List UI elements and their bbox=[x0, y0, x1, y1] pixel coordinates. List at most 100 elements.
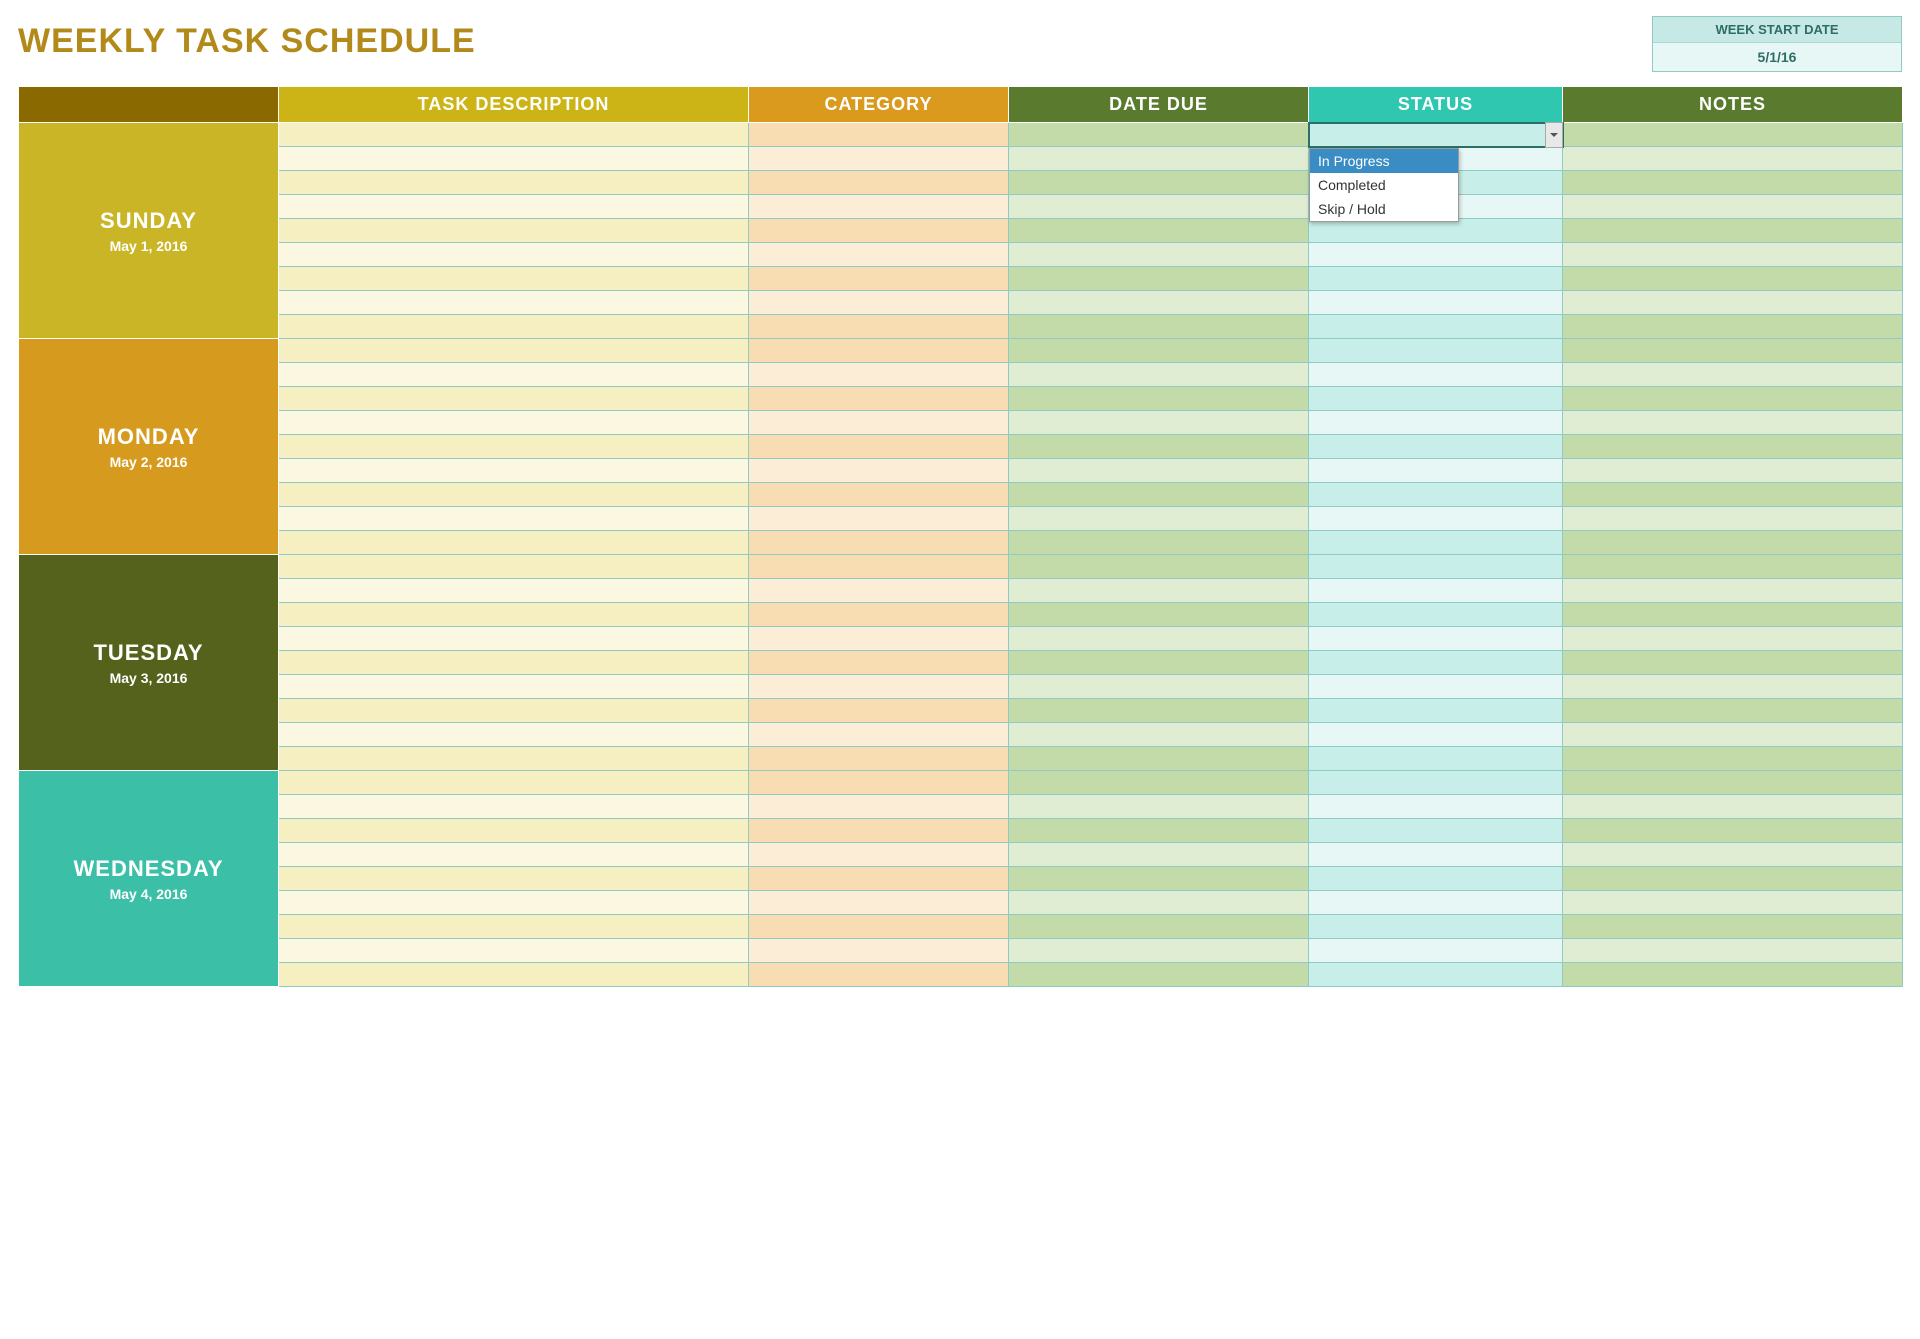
due-cell[interactable] bbox=[1009, 579, 1309, 603]
notes-cell[interactable] bbox=[1563, 123, 1903, 147]
category-cell[interactable] bbox=[749, 147, 1009, 171]
category-cell[interactable] bbox=[749, 627, 1009, 651]
task-cell[interactable] bbox=[279, 147, 749, 171]
due-cell[interactable] bbox=[1009, 147, 1309, 171]
task-cell[interactable] bbox=[279, 627, 749, 651]
status-cell[interactable] bbox=[1309, 507, 1563, 531]
task-cell[interactable] bbox=[279, 219, 749, 243]
notes-cell[interactable] bbox=[1563, 363, 1903, 387]
status-cell[interactable] bbox=[1309, 963, 1563, 987]
task-cell[interactable] bbox=[279, 459, 749, 483]
notes-cell[interactable] bbox=[1563, 387, 1903, 411]
category-cell[interactable] bbox=[749, 363, 1009, 387]
task-cell[interactable] bbox=[279, 267, 749, 291]
task-cell[interactable] bbox=[279, 963, 749, 987]
category-cell[interactable] bbox=[749, 747, 1009, 771]
task-cell[interactable] bbox=[279, 243, 749, 267]
category-cell[interactable] bbox=[749, 867, 1009, 891]
status-cell[interactable] bbox=[1309, 675, 1563, 699]
task-cell[interactable] bbox=[279, 339, 749, 363]
notes-cell[interactable] bbox=[1563, 843, 1903, 867]
due-cell[interactable] bbox=[1009, 363, 1309, 387]
notes-cell[interactable] bbox=[1563, 771, 1903, 795]
category-cell[interactable] bbox=[749, 507, 1009, 531]
category-cell[interactable] bbox=[749, 771, 1009, 795]
status-cell[interactable] bbox=[1309, 459, 1563, 483]
notes-cell[interactable] bbox=[1563, 435, 1903, 459]
due-cell[interactable] bbox=[1009, 507, 1309, 531]
status-cell[interactable] bbox=[1309, 531, 1563, 555]
task-cell[interactable] bbox=[279, 291, 749, 315]
category-cell[interactable] bbox=[749, 291, 1009, 315]
notes-cell[interactable] bbox=[1563, 339, 1903, 363]
task-cell[interactable] bbox=[279, 867, 749, 891]
task-cell[interactable] bbox=[279, 915, 749, 939]
notes-cell[interactable] bbox=[1563, 747, 1903, 771]
notes-cell[interactable] bbox=[1563, 243, 1903, 267]
status-cell[interactable] bbox=[1309, 315, 1563, 339]
status-cell[interactable] bbox=[1309, 387, 1563, 411]
due-cell[interactable] bbox=[1009, 195, 1309, 219]
category-cell[interactable] bbox=[749, 459, 1009, 483]
week-start-value[interactable]: 5/1/16 bbox=[1653, 43, 1901, 71]
notes-cell[interactable] bbox=[1563, 675, 1903, 699]
notes-cell[interactable] bbox=[1563, 411, 1903, 435]
category-cell[interactable] bbox=[749, 939, 1009, 963]
due-cell[interactable] bbox=[1009, 315, 1309, 339]
status-cell[interactable] bbox=[1309, 267, 1563, 291]
task-cell[interactable] bbox=[279, 195, 749, 219]
task-cell[interactable] bbox=[279, 507, 749, 531]
status-cell[interactable] bbox=[1309, 843, 1563, 867]
task-cell[interactable] bbox=[279, 435, 749, 459]
category-cell[interactable] bbox=[749, 651, 1009, 675]
task-cell[interactable] bbox=[279, 843, 749, 867]
task-cell[interactable] bbox=[279, 555, 749, 579]
status-cell[interactable] bbox=[1309, 291, 1563, 315]
category-cell[interactable] bbox=[749, 315, 1009, 339]
category-cell[interactable] bbox=[749, 963, 1009, 987]
status-cell[interactable] bbox=[1309, 627, 1563, 651]
notes-cell[interactable] bbox=[1563, 291, 1903, 315]
notes-cell[interactable] bbox=[1563, 819, 1903, 843]
category-cell[interactable] bbox=[749, 171, 1009, 195]
status-cell[interactable] bbox=[1309, 747, 1563, 771]
category-cell[interactable] bbox=[749, 267, 1009, 291]
due-cell[interactable] bbox=[1009, 867, 1309, 891]
task-cell[interactable] bbox=[279, 483, 749, 507]
notes-cell[interactable] bbox=[1563, 795, 1903, 819]
notes-cell[interactable] bbox=[1563, 939, 1903, 963]
status-cell[interactable] bbox=[1309, 891, 1563, 915]
task-cell[interactable] bbox=[279, 771, 749, 795]
category-cell[interactable] bbox=[749, 915, 1009, 939]
category-cell[interactable] bbox=[749, 555, 1009, 579]
notes-cell[interactable] bbox=[1563, 963, 1903, 987]
task-cell[interactable] bbox=[279, 603, 749, 627]
due-cell[interactable] bbox=[1009, 459, 1309, 483]
task-cell[interactable] bbox=[279, 315, 749, 339]
status-cell[interactable] bbox=[1309, 915, 1563, 939]
due-cell[interactable] bbox=[1009, 651, 1309, 675]
due-cell[interactable] bbox=[1009, 747, 1309, 771]
category-cell[interactable] bbox=[749, 483, 1009, 507]
category-cell[interactable] bbox=[749, 843, 1009, 867]
task-cell[interactable] bbox=[279, 699, 749, 723]
task-cell[interactable] bbox=[279, 411, 749, 435]
notes-cell[interactable] bbox=[1563, 171, 1903, 195]
notes-cell[interactable] bbox=[1563, 219, 1903, 243]
due-cell[interactable] bbox=[1009, 411, 1309, 435]
status-cell[interactable] bbox=[1309, 243, 1563, 267]
due-cell[interactable] bbox=[1009, 699, 1309, 723]
status-cell[interactable]: In ProgressCompletedSkip / Hold bbox=[1309, 123, 1563, 147]
task-cell[interactable] bbox=[279, 123, 749, 147]
category-cell[interactable] bbox=[749, 219, 1009, 243]
task-cell[interactable] bbox=[279, 651, 749, 675]
category-cell[interactable] bbox=[749, 531, 1009, 555]
due-cell[interactable] bbox=[1009, 843, 1309, 867]
status-cell[interactable] bbox=[1309, 795, 1563, 819]
notes-cell[interactable] bbox=[1563, 531, 1903, 555]
notes-cell[interactable] bbox=[1563, 723, 1903, 747]
status-cell[interactable] bbox=[1309, 603, 1563, 627]
status-cell[interactable] bbox=[1309, 219, 1563, 243]
status-option[interactable]: In Progress bbox=[1310, 149, 1458, 173]
status-cell[interactable] bbox=[1309, 363, 1563, 387]
